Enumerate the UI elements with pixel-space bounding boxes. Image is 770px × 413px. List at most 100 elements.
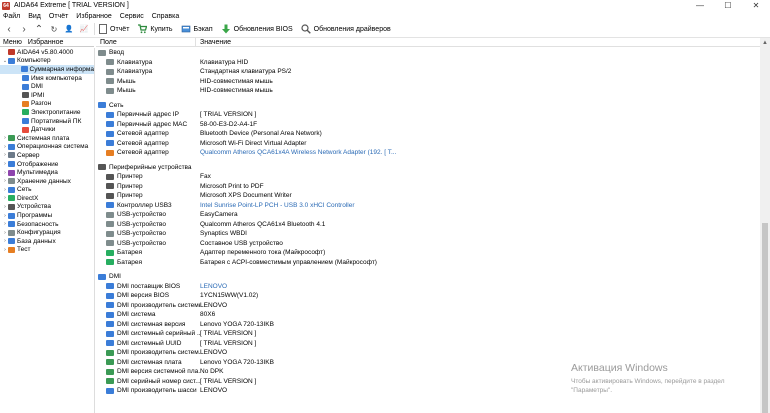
device-icon xyxy=(106,87,114,94)
tree-item-label: IPMI xyxy=(31,91,45,99)
menu-file[interactable]: Файл xyxy=(3,13,20,20)
tab-favorites[interactable]: Избранное xyxy=(24,38,67,46)
column-header-value[interactable]: Значение xyxy=(196,38,231,46)
tree-item[interactable]: › Конфигурация xyxy=(0,228,94,237)
list-item[interactable]: Мышь HID-совместимая мышь xyxy=(96,77,760,87)
tree-item[interactable]: DMI xyxy=(0,82,94,91)
report-button[interactable]: Отчёт xyxy=(99,22,129,36)
up-arrow-icon[interactable]: ⌃ xyxy=(33,22,45,36)
section-header: DMI xyxy=(96,272,760,282)
tree-item[interactable]: Портативный ПК xyxy=(0,117,94,126)
list-item[interactable]: DMI системная версия Lenovo YOGA 720-13IK… xyxy=(96,320,760,330)
tree-item[interactable]: › DirectX xyxy=(0,194,94,203)
menu-favorites[interactable]: Избранное xyxy=(76,13,111,20)
back-arrow-icon[interactable]: ‹ xyxy=(3,22,15,36)
list-item[interactable]: USB-устройство Synaptics WBDI xyxy=(96,229,760,239)
tree-item[interactable]: › Тест xyxy=(0,246,94,255)
tree-item-icon xyxy=(8,178,15,185)
value-link[interactable]: LENOVO xyxy=(200,283,227,290)
tree-item[interactable]: Имя компьютера xyxy=(0,74,94,83)
list-item[interactable]: Клавиатура Стандартная клавиатура PS/2 xyxy=(96,67,760,77)
tree-item-icon xyxy=(8,221,15,228)
list-item[interactable]: DMI производитель системы LENOVO xyxy=(96,301,760,311)
list-item[interactable]: Первичный адрес IP [ TRIAL VERSION ] xyxy=(96,110,760,120)
tree-item[interactable]: Электропитание xyxy=(0,108,94,117)
scroll-up-arrow-icon[interactable]: ▲ xyxy=(760,38,770,47)
minimize-button[interactable]: — xyxy=(686,0,714,11)
list-item[interactable]: Сетевой адаптер Qualcomm Atheros QCA61x4A… xyxy=(96,148,760,158)
list-item[interactable]: Клавиатура Клавиатура HID xyxy=(96,58,760,68)
field-label: Мышь xyxy=(117,77,136,85)
field-cell: Батарея xyxy=(96,249,200,256)
device-icon xyxy=(106,321,114,328)
buy-button[interactable]: Купить xyxy=(137,22,173,36)
list-item[interactable]: DMI производитель систем... LENOVO xyxy=(96,348,760,358)
list-item[interactable]: USB-устройство Составное USB устройство xyxy=(96,239,760,249)
vertical-scrollbar[interactable]: ▲ xyxy=(760,38,770,413)
tab-menu[interactable]: Меню xyxy=(0,38,25,46)
list-item[interactable]: USB-устройство EasyCamera xyxy=(96,210,760,220)
list-item[interactable]: Контроллер USB3 Intel Sunrise Point-LP PC… xyxy=(96,201,760,211)
menu-tools[interactable]: Сервис xyxy=(120,13,144,20)
list-item[interactable]: Мышь HID-совместимая мышь xyxy=(96,86,760,96)
tree-item-label: Портативный ПК xyxy=(31,117,82,125)
value-link[interactable]: Intel Sunrise Point-LP PCH - USB 3.0 xHC… xyxy=(200,202,355,209)
tree-item-label: Конфигурация xyxy=(17,229,61,237)
menu-view[interactable]: Вид xyxy=(28,13,41,20)
tree-item[interactable]: › Операционная система xyxy=(0,143,94,152)
device-icon xyxy=(106,173,114,180)
user-icon[interactable]: 👤 xyxy=(63,22,75,36)
list-item[interactable]: Принтер Microsoft Print to PDF xyxy=(96,182,760,192)
forward-arrow-icon[interactable]: › xyxy=(18,22,30,36)
tree-item[interactable]: › Сервер xyxy=(0,151,94,160)
tree-item[interactable]: Датчики xyxy=(0,125,94,134)
tree-item[interactable]: Разгон xyxy=(0,100,94,109)
tree-item-icon xyxy=(8,212,15,219)
tree-item[interactable]: › Сеть xyxy=(0,186,94,195)
tree-item[interactable]: › Хранение данных xyxy=(0,177,94,186)
list-item[interactable]: DMI версия BIOS 1YCN15WW(V1.02) xyxy=(96,291,760,301)
value-cell: No DPK xyxy=(200,368,224,376)
list-item[interactable]: Первичный адрес MAC 58-00-E3-D2-A4-1F xyxy=(96,120,760,130)
menu-help[interactable]: Справка xyxy=(152,13,179,20)
tree-item-icon xyxy=(8,152,15,159)
toolbar: ‹ › ⌃ ↻ 👤 📈 Отчёт Купить Бэкап Обновлени… xyxy=(0,21,770,38)
tree-item[interactable]: › База данных xyxy=(0,237,94,246)
close-button[interactable]: ✕ xyxy=(742,0,770,11)
list-item[interactable]: DMI системный UUID [ TRIAL VERSION ] xyxy=(96,339,760,349)
list-item[interactable]: Батарея Батарея с ACPI-совместимым управл… xyxy=(96,258,760,268)
chart-icon[interactable]: 📈 xyxy=(78,22,90,36)
column-header-field[interactable]: Поле xyxy=(96,38,196,46)
backup-button[interactable]: Бэкап xyxy=(181,22,213,36)
list-item[interactable]: Принтер Fax xyxy=(96,172,760,182)
field-cell: Сетевой адаптер xyxy=(96,130,200,137)
bios-update-button[interactable]: Обновления BIOS xyxy=(221,22,293,36)
menu-report[interactable]: Отчёт xyxy=(49,13,68,20)
tree-item[interactable]: › Системная плата xyxy=(0,134,94,143)
tree-item[interactable]: ⌄ Компьютер xyxy=(0,57,94,66)
list-item[interactable]: USB-устройство Qualcomm Atheros QCA61x4 B… xyxy=(96,220,760,230)
tree-item[interactable]: › Безопасность xyxy=(0,220,94,229)
device-icon xyxy=(106,292,114,299)
watermark-line-1: Чтобы активировать Windows, перейдите в … xyxy=(571,378,725,385)
driver-update-button[interactable]: Обновления драйверов xyxy=(301,22,391,36)
field-label: Принтер xyxy=(117,182,143,190)
maximize-button[interactable]: ☐ xyxy=(714,0,742,11)
list-item[interactable]: Сетевой адаптер Microsoft Wi-Fi Direct Vi… xyxy=(96,139,760,149)
list-item[interactable]: DMI системный серийный ...[ TRIAL VERSIO… xyxy=(96,329,760,339)
tree-item[interactable]: IPMI xyxy=(0,91,94,100)
tree-item[interactable]: Суммарная информа xyxy=(0,65,94,74)
list-item[interactable]: Батарея Адаптер переменного тока (Майкрос… xyxy=(96,248,760,258)
scroll-thumb[interactable] xyxy=(762,223,768,413)
list-item[interactable]: DMI поставщик BIOS LENOVO xyxy=(96,282,760,292)
tree-item[interactable]: › Мультимедиа xyxy=(0,168,94,177)
tree-item[interactable]: › Программы xyxy=(0,211,94,220)
list-item[interactable]: Сетевой адаптер Bluetooth Device (Persona… xyxy=(96,129,760,139)
value-link[interactable]: Qualcomm Atheros QCA61x4A Wireless Netwo… xyxy=(200,149,396,156)
refresh-icon[interactable]: ↻ xyxy=(48,22,60,36)
tree-item[interactable]: AIDA64 v5.80.4000 xyxy=(0,48,94,57)
tree-item[interactable]: › Отображение xyxy=(0,160,94,169)
list-item[interactable]: Принтер Microsoft XPS Document Writer xyxy=(96,191,760,201)
list-item[interactable]: DMI система 80X6 xyxy=(96,310,760,320)
tree-item[interactable]: › Устройства xyxy=(0,203,94,212)
